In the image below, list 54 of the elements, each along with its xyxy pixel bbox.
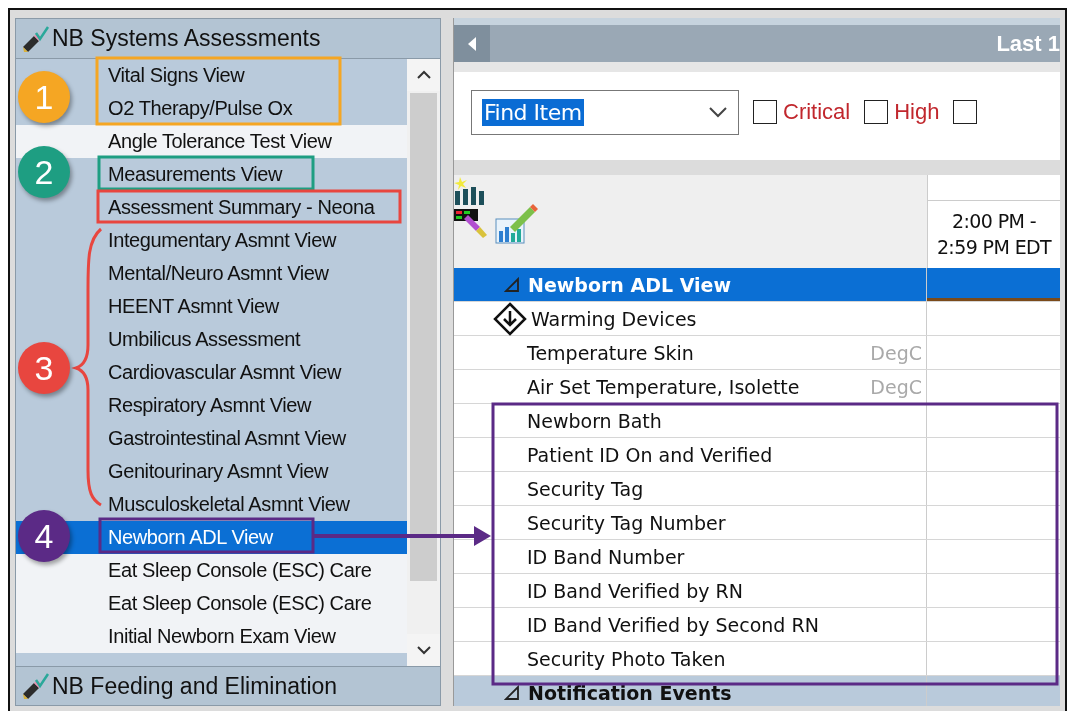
row-label: Newborn Bath [527, 409, 662, 432]
panel-header[interactable]: NB Systems Assessments [16, 19, 440, 59]
time-range-label: Last 1 [996, 30, 1060, 57]
row-label: Temperature Skin [527, 341, 694, 364]
diamond-arrow-icon[interactable] [493, 301, 527, 336]
row-label: ID Band Verified by Second RN [527, 613, 819, 636]
scroll-left-button[interactable] [454, 25, 490, 62]
view-list-item[interactable]: Eat Sleep Console (ESC) Care [16, 587, 407, 620]
scroll-down-button[interactable] [407, 634, 440, 666]
unit-label: DegC [870, 341, 922, 364]
flowsheet-row[interactable]: Security Tag Number [454, 506, 1060, 540]
view-list-item[interactable]: Angle Tolerance Test View [16, 125, 407, 158]
filter-checkbox[interactable] [864, 100, 889, 124]
section-label[interactable]: Notification Events [528, 681, 732, 704]
panel-header[interactable]: NB Feeding and Elimination [16, 666, 440, 705]
expanded-icon[interactable] [504, 684, 520, 701]
row-label: Air Set Temperature, Isolette [527, 375, 800, 398]
triangle-left-icon [466, 35, 478, 52]
flowsheet-row[interactable]: ID Band Verified by Second RN [454, 608, 1060, 642]
caret-up-icon [415, 70, 432, 80]
filter-checkbox[interactable] [753, 100, 777, 124]
row-label: ID Band Number [527, 545, 685, 568]
filter-label[interactable]: Critical [783, 99, 851, 125]
flowsheet-row[interactable]: Temperature Skin DegC [454, 336, 1060, 370]
row-label: ID Band Verified by RN [527, 579, 743, 602]
section-label[interactable]: Newborn ADL View [528, 273, 732, 296]
panel-title: NB Systems Assessments [52, 25, 321, 52]
dropdown-caret-icon [708, 106, 728, 118]
row-label: Patient ID On and Verified [527, 443, 773, 466]
flowsheet-row[interactable]: Security Tag [454, 472, 1060, 506]
flowsheet-row[interactable]: ID Band Number [454, 540, 1060, 574]
flowsheet-row[interactable]: ID Band Verified by RN [454, 574, 1060, 608]
filter-checkbox[interactable] [953, 100, 978, 124]
row-label: Security Tag Number [527, 511, 726, 534]
scroll-up-button[interactable] [407, 59, 440, 91]
caret-down-icon [415, 645, 432, 655]
panel-title: NB Feeding and Elimination [52, 672, 338, 700]
flowsheet-row[interactable]: Air Set Temperature, Isolette DegC [454, 370, 1060, 404]
view-list-item[interactable]: Initial Newborn Exam View [16, 620, 407, 653]
pen-check-icon [20, 672, 50, 700]
flowsheet-row[interactable]: Newborn Bath [454, 404, 1060, 438]
flowsheet-row[interactable]: Patient ID On and Verified [454, 438, 1060, 472]
find-item-combo[interactable]: Find Item [471, 89, 739, 135]
row-label: Security Tag [527, 477, 644, 500]
unit-label: DegC [870, 375, 922, 398]
scrollbar-thumb[interactable] [410, 93, 437, 581]
flowsheet-row[interactable]: Newborn ADL View [454, 268, 1060, 302]
filter-label[interactable]: High [894, 99, 940, 125]
view-list-item[interactable]: Eat Sleep Console (ESC) Care [16, 554, 407, 587]
time-column-header: 2:00 PM - 2:59 PM EDT [935, 208, 1053, 260]
row-label: Warming Devices [531, 307, 697, 330]
row-label: Security Photo Taken [527, 647, 726, 670]
flowsheet-row[interactable]: Warming Devices [454, 302, 1060, 336]
pen-check-icon [20, 24, 50, 53]
